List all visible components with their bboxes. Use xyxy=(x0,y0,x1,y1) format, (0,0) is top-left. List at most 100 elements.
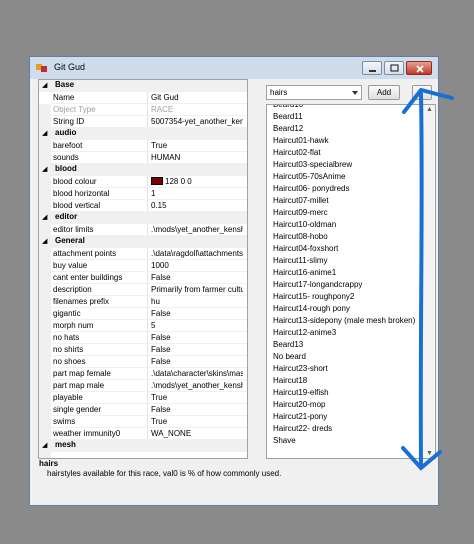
list-item[interactable]: Haircut05-70sAnime xyxy=(273,172,345,181)
list-item[interactable]: Beard11 xyxy=(273,112,303,121)
property-value[interactable]: 0.15 xyxy=(151,201,243,210)
property-value[interactable]: WA_NONE xyxy=(151,429,243,438)
list-item[interactable]: Haircut12-anime3 xyxy=(273,328,336,337)
list-item[interactable]: Haircut06- ponydreds xyxy=(273,184,349,193)
list-item[interactable]: Beard12 xyxy=(273,124,303,133)
scroll-down-icon[interactable]: ▼ xyxy=(426,450,433,457)
collapse-icon[interactable]: ◢ xyxy=(42,81,47,89)
grid-property-row[interactable]: buy value 1000 xyxy=(39,260,247,272)
property-value[interactable]: True xyxy=(151,393,243,402)
grid-property-row[interactable]: no shoes False xyxy=(39,356,247,368)
list-item[interactable]: Haircut09-merc xyxy=(273,208,328,217)
list-item[interactable]: Haircut18 xyxy=(273,376,307,385)
property-value[interactable]: .\mods\yet_another_kenshi_ xyxy=(151,381,243,390)
property-value[interactable]: .\mods\yet_another_kenshi_ xyxy=(151,225,243,234)
property-value[interactable]: .\data\character\skins\mask xyxy=(151,369,243,378)
list-item[interactable]: Haircut23-short xyxy=(273,364,328,373)
property-value[interactable]: .\data\ragdoll\attachments-v xyxy=(151,249,243,258)
list-item[interactable]: Beard10 xyxy=(273,105,303,109)
collapse-icon[interactable]: ◢ xyxy=(42,129,47,137)
grid-property-row[interactable]: Object Type RACE xyxy=(39,104,247,116)
grid-property-row[interactable]: blood vertical 0.15 xyxy=(39,200,247,212)
collapse-icon[interactable]: ◢ xyxy=(42,213,47,221)
list-item[interactable]: Haircut04-foxshort xyxy=(273,244,338,253)
hairs-list[interactable]: Beard10 Beard11 Beard12 Haircut01-hawk Hairc… xyxy=(266,104,436,459)
list-item[interactable]: Haircut01-hawk xyxy=(273,136,329,145)
property-value[interactable]: hu xyxy=(151,297,243,306)
list-item[interactable]: Haircut14-rough pony xyxy=(273,304,350,313)
category-dropdown[interactable]: hairs xyxy=(266,85,362,100)
grid-property-row[interactable]: part map male .\mods\yet_another_kenshi_ xyxy=(39,380,247,392)
grid-property-row[interactable]: morph num 5 xyxy=(39,320,247,332)
grid-property-row[interactable]: playable True xyxy=(39,392,247,404)
list-item[interactable]: Haircut19-elfish xyxy=(273,388,329,397)
extra-button[interactable] xyxy=(412,85,432,100)
grid-property-row[interactable]: blood horizontal 1 xyxy=(39,188,247,200)
grid-category[interactable]: ◢ mesh xyxy=(39,440,247,452)
collapse-icon[interactable]: ◢ xyxy=(42,441,47,449)
list-item[interactable]: Haircut16-anime1 xyxy=(273,268,336,277)
list-item[interactable]: Haircut08-hobo xyxy=(273,232,328,241)
property-value[interactable]: Git Gud xyxy=(151,93,243,102)
list-item[interactable]: Haircut11-slimy xyxy=(273,256,328,265)
grid-property-row[interactable]: String ID 5007354-yet_another_kenshi_ xyxy=(39,116,247,128)
property-value[interactable]: True xyxy=(151,417,243,426)
grid-category[interactable]: ◢ editor xyxy=(39,212,247,224)
grid-property-row[interactable]: description Primarily from farmer culture… xyxy=(39,284,247,296)
grid-category[interactable]: ◢ Base xyxy=(39,80,247,92)
list-item[interactable]: Haircut15- roughpony2 xyxy=(273,292,354,301)
property-value[interactable]: 1000 xyxy=(151,261,243,270)
property-value[interactable]: True xyxy=(151,141,243,150)
property-value[interactable]: False xyxy=(151,273,243,282)
property-value[interactable]: False xyxy=(151,357,243,366)
property-value[interactable]: 1 xyxy=(151,189,243,198)
list-item[interactable]: Haircut17-longandcrappy xyxy=(273,280,362,289)
grid-category[interactable]: ◢ audio xyxy=(39,128,247,140)
property-value[interactable]: Primarily from farmer cultures, xyxy=(151,285,243,294)
grid-property-row[interactable]: editor limits .\mods\yet_another_kenshi_ xyxy=(39,224,247,236)
maximize-button[interactable] xyxy=(384,61,404,75)
property-value[interactable]: 5007354-yet_another_kenshi_ xyxy=(151,117,243,126)
property-value[interactable]: 128 0 0 xyxy=(151,177,243,186)
property-grid[interactable]: ◢ Base Name Git Gud Object Type RACE String ID… xyxy=(38,79,248,459)
grid-category[interactable]: ◢ blood xyxy=(39,164,247,176)
close-button[interactable] xyxy=(406,61,432,75)
collapse-icon[interactable]: ◢ xyxy=(42,237,47,245)
grid-category[interactable]: ◢ General xyxy=(39,236,247,248)
property-value[interactable]: RACE xyxy=(151,105,243,114)
list-item[interactable]: Haircut03-specialbrew xyxy=(273,160,352,169)
grid-property-row[interactable]: no hats False xyxy=(39,332,247,344)
property-value[interactable]: False xyxy=(151,309,243,318)
property-value[interactable]: 5 xyxy=(151,321,243,330)
minimize-button[interactable] xyxy=(362,61,382,75)
grid-property-row[interactable]: gigantic False xyxy=(39,308,247,320)
grid-property-row[interactable]: weather immunity0 WA_NONE xyxy=(39,428,247,440)
grid-property-row[interactable]: single gender False xyxy=(39,404,247,416)
grid-property-row[interactable]: Name Git Gud xyxy=(39,92,247,104)
grid-property-row[interactable]: sounds HUMAN xyxy=(39,152,247,164)
list-item[interactable]: Haircut22- dreds xyxy=(273,424,332,433)
list-item[interactable]: Haircut02-flat xyxy=(273,148,321,157)
grid-property-row[interactable]: attachment points .\data\ragdoll\attachme… xyxy=(39,248,247,260)
list-item[interactable]: Beard13 xyxy=(273,340,303,349)
list-item[interactable]: Haircut20-mop xyxy=(273,400,325,409)
property-value[interactable]: False xyxy=(151,333,243,342)
grid-property-row[interactable]: blood colour 128 0 0 xyxy=(39,176,247,188)
collapse-icon[interactable]: ◢ xyxy=(42,165,47,173)
list-item[interactable]: Shave xyxy=(273,436,296,445)
list-item[interactable]: Haircut07-millet xyxy=(273,196,329,205)
grid-property-row[interactable]: part map female .\data\character\skins\ma… xyxy=(39,368,247,380)
add-button[interactable]: Add xyxy=(368,85,400,100)
list-scrollbar[interactable]: ▲ ▼ xyxy=(423,105,435,458)
grid-property-row[interactable]: no shirts False xyxy=(39,344,247,356)
property-value[interactable]: False xyxy=(151,345,243,354)
grid-property-row[interactable]: cant enter buildings False xyxy=(39,272,247,284)
list-item[interactable]: No beard xyxy=(273,352,306,361)
list-item[interactable]: Haircut10-oldman xyxy=(273,220,336,229)
grid-property-row[interactable]: filenames prefix hu xyxy=(39,296,247,308)
list-item[interactable]: Haircut13-sidepony (male mesh broken) xyxy=(273,316,415,325)
scroll-up-icon[interactable]: ▲ xyxy=(426,106,433,113)
property-value[interactable]: False xyxy=(151,405,243,414)
grid-property-row[interactable]: barefoot True xyxy=(39,140,247,152)
title-bar[interactable]: Git Gud xyxy=(30,57,438,79)
